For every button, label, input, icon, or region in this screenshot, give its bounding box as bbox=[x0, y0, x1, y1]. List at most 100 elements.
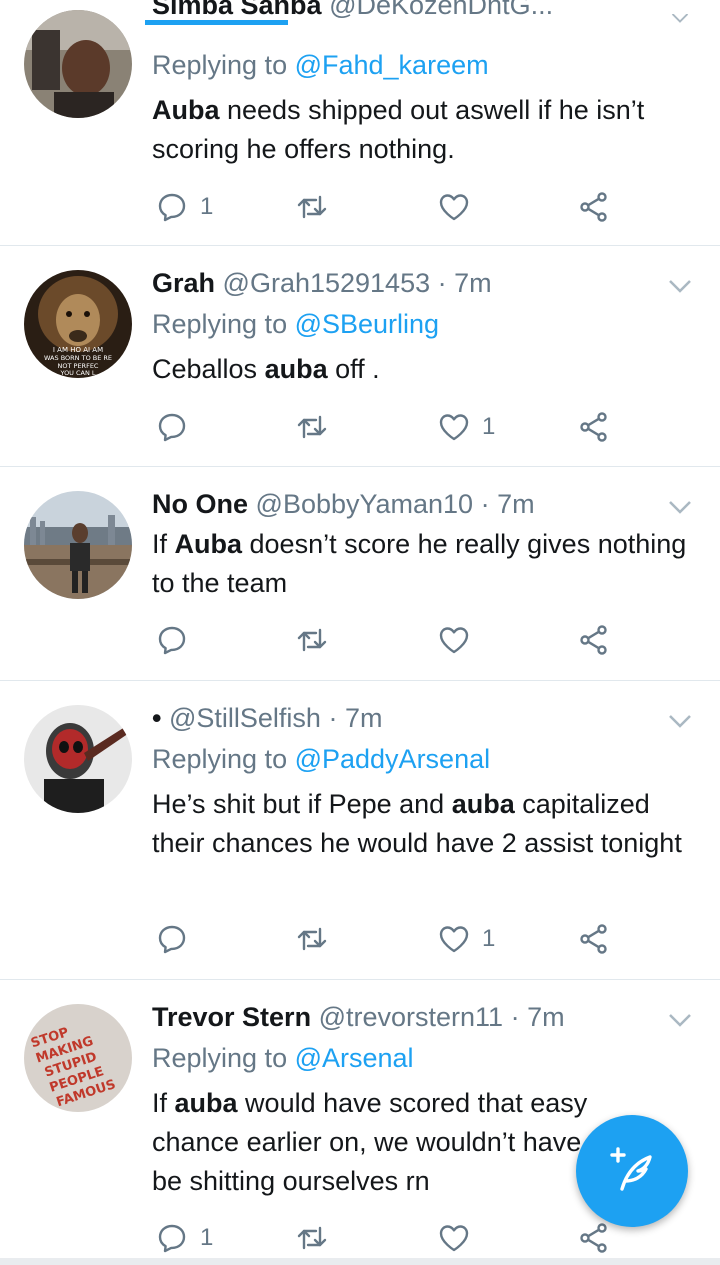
avatar-caption: I AM HO AI AM bbox=[53, 346, 103, 354]
share-button[interactable] bbox=[578, 1218, 610, 1258]
compose-tweet-button[interactable] bbox=[576, 1115, 688, 1227]
like-button[interactable] bbox=[438, 187, 470, 227]
replying-to: Replying to @SBeurling bbox=[152, 309, 440, 339]
retweet-icon bbox=[297, 927, 327, 951]
tweet-header: No One @BobbyYaman10 · 7m bbox=[152, 487, 535, 521]
retweet-button[interactable] bbox=[296, 1218, 328, 1258]
reply-icon bbox=[158, 925, 186, 954]
retweet-icon bbox=[297, 415, 327, 439]
share-icon bbox=[580, 924, 607, 954]
like-button[interactable]: 1 bbox=[438, 407, 495, 447]
retweet-button[interactable] bbox=[296, 187, 328, 227]
avatar[interactable] bbox=[24, 491, 132, 599]
reply-mention-link[interactable]: @Arsenal bbox=[295, 1043, 414, 1073]
retweet-button[interactable] bbox=[296, 919, 328, 959]
handle[interactable]: @BobbyYaman10 bbox=[256, 489, 474, 519]
replying-to: Replying to @PaddyArsenal bbox=[152, 744, 491, 774]
chevron-down-icon[interactable] bbox=[668, 713, 692, 729]
svg-text:YOU CAN L: YOU CAN L bbox=[59, 369, 95, 377]
retweet-icon bbox=[297, 1226, 327, 1250]
like-button[interactable]: 1 bbox=[438, 919, 495, 959]
handle[interactable]: @StillSelfish bbox=[169, 703, 321, 733]
like-button[interactable] bbox=[438, 1218, 470, 1258]
separator: · bbox=[437, 268, 447, 298]
replying-to: Replying to @Fahd_kareem bbox=[152, 50, 489, 80]
reply-mention-link[interactable]: @PaddyArsenal bbox=[295, 744, 491, 774]
timestamp[interactable]: 7m bbox=[345, 703, 383, 733]
retweet-button[interactable] bbox=[296, 407, 328, 447]
share-button[interactable] bbox=[578, 919, 610, 959]
bottom-edge bbox=[0, 1258, 720, 1265]
reply-icon bbox=[158, 626, 186, 655]
tweet-text: If auba would have scored that easy chan… bbox=[152, 1088, 612, 1196]
timestamp[interactable]: 7m bbox=[527, 1002, 565, 1032]
reply-icon bbox=[158, 193, 186, 222]
separator: · bbox=[328, 703, 338, 733]
tweet-actions bbox=[152, 620, 622, 660]
chevron-down-icon[interactable] bbox=[668, 14, 692, 26]
handle[interactable]: @DeKozenDntG... bbox=[329, 0, 553, 20]
timestamp[interactable]: 7m bbox=[454, 268, 492, 298]
display-name[interactable]: No One bbox=[152, 489, 248, 519]
share-button[interactable] bbox=[578, 187, 610, 227]
reply-button[interactable] bbox=[156, 620, 188, 660]
separator: · bbox=[480, 489, 490, 519]
reply-mention-link[interactable]: @SBeurling bbox=[295, 309, 439, 339]
handle[interactable]: @Grah15291453 bbox=[223, 268, 431, 298]
like-icon bbox=[439, 926, 469, 953]
tweet-actions: 1 bbox=[152, 919, 622, 959]
display-name[interactable]: Grah bbox=[152, 268, 215, 298]
separator: · bbox=[510, 1002, 520, 1032]
share-button[interactable] bbox=[578, 407, 610, 447]
reply-button[interactable] bbox=[156, 919, 188, 959]
share-icon bbox=[580, 412, 607, 442]
avatar[interactable] bbox=[24, 705, 132, 813]
display-name[interactable]: Trevor Stern bbox=[152, 1002, 311, 1032]
chevron-down-icon[interactable] bbox=[668, 1012, 692, 1028]
tweet-text: He’s shit but if Pepe and auba capitaliz… bbox=[152, 789, 682, 858]
reply-count: 1 bbox=[200, 1224, 214, 1251]
retweet-button[interactable] bbox=[296, 620, 328, 660]
display-name[interactable]: Simba Sanba bbox=[152, 0, 322, 20]
retweet-icon bbox=[297, 628, 327, 652]
reply-button[interactable]: 1 bbox=[156, 1218, 213, 1258]
share-icon bbox=[580, 1223, 607, 1253]
tweet-text: Ceballos auba off . bbox=[152, 354, 380, 384]
tweet-actions: 1 bbox=[152, 407, 622, 447]
like-count: 1 bbox=[482, 413, 496, 440]
chevron-down-icon[interactable] bbox=[668, 278, 692, 294]
reply-icon bbox=[158, 413, 186, 442]
display-name[interactable]: • bbox=[152, 703, 161, 733]
reply-mention-link[interactable]: @Fahd_kareem bbox=[295, 50, 489, 80]
chevron-down-icon[interactable] bbox=[668, 499, 692, 515]
tweet-2[interactable]: I AM HO AI AM WAS BORN TO BE RE NOT PERF… bbox=[0, 246, 720, 467]
tweet-header: Trevor Stern @trevorstern11 · 7m bbox=[152, 1000, 565, 1034]
handle[interactable]: @trevorstern11 bbox=[319, 1002, 503, 1032]
tweet-header: • @StillSelfish · 7m bbox=[152, 701, 382, 735]
replying-to: Replying to @Arsenal bbox=[152, 1043, 414, 1073]
tweet-4[interactable]: • @StillSelfish · 7m Replying to @PaddyA… bbox=[0, 681, 720, 980]
tweet-3[interactable]: No One @BobbyYaman10 · 7m If Auba doesn’… bbox=[0, 467, 720, 681]
compose-feather-icon bbox=[610, 1147, 652, 1191]
reply-count: 1 bbox=[200, 193, 214, 220]
like-icon bbox=[439, 1225, 469, 1252]
like-count: 1 bbox=[482, 925, 496, 952]
like-icon bbox=[439, 194, 469, 221]
avatar[interactable] bbox=[24, 10, 132, 118]
reply-button[interactable] bbox=[156, 407, 188, 447]
tweet-1[interactable]: Simba Sanba @DeKozenDntG... Replying to … bbox=[0, 0, 720, 246]
reply-button[interactable]: 1 bbox=[156, 187, 213, 227]
tweet-header: Grah @Grah15291453 · 7m bbox=[152, 266, 492, 300]
reply-icon bbox=[158, 1224, 186, 1253]
like-button[interactable] bbox=[438, 620, 470, 660]
tweet-actions: 1 bbox=[152, 1218, 622, 1258]
timestamp[interactable]: 7m bbox=[497, 489, 535, 519]
tweet-text: Auba needs shipped out aswell if he isn’… bbox=[152, 95, 645, 164]
avatar[interactable]: STOP MAKING STUPID PEOPLE FAMOUS bbox=[24, 1004, 132, 1112]
share-icon bbox=[580, 192, 607, 222]
share-button[interactable] bbox=[578, 620, 610, 660]
like-icon bbox=[439, 414, 469, 441]
avatar[interactable]: I AM HO AI AM WAS BORN TO BE RE NOT PERF… bbox=[24, 270, 132, 378]
tweet-header: Simba Sanba @DeKozenDntG... bbox=[152, 0, 553, 22]
share-icon bbox=[580, 625, 607, 655]
